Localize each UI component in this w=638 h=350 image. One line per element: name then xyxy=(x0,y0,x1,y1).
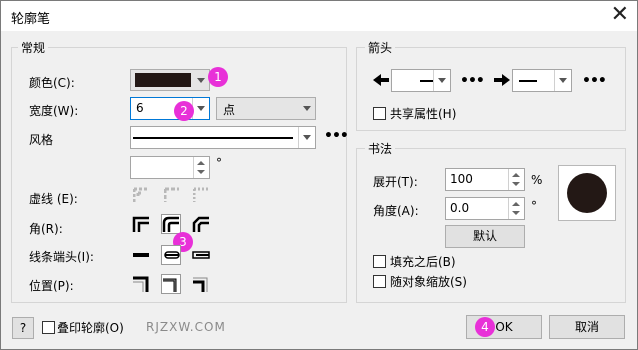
corner-round-option[interactable] xyxy=(161,214,181,234)
color-swatch xyxy=(135,73,191,87)
chevron-down-icon[interactable] xyxy=(193,70,209,90)
start-arrow-more-icon[interactable]: ••• xyxy=(460,73,485,89)
default-button[interactable]: 默认 xyxy=(445,225,525,248)
spinner[interactable] xyxy=(508,198,524,219)
start-arrow-preview xyxy=(420,80,434,82)
round-cap-icon xyxy=(164,251,180,259)
degree-symbol: ° xyxy=(531,199,537,213)
end-arrow-preview xyxy=(519,80,537,82)
unit-select[interactable]: 点 xyxy=(216,97,316,120)
center-position-icon xyxy=(163,278,177,292)
chevron-down-icon[interactable] xyxy=(554,70,571,91)
cap-round-option[interactable] xyxy=(161,245,181,265)
dashed-corner-icon xyxy=(133,187,148,202)
share-attributes-checkbox[interactable] xyxy=(373,107,386,120)
window-title: 轮廓笔 xyxy=(11,12,51,27)
ok-button-label: OK xyxy=(495,320,513,334)
cap-square-option[interactable] xyxy=(192,246,210,264)
position-inside-option[interactable] xyxy=(192,275,210,293)
fill-behind-checkbox[interactable] xyxy=(373,255,386,268)
position-center-option[interactable] xyxy=(161,274,181,294)
overprint-checkbox[interactable] xyxy=(42,321,55,334)
dashed-bevel-icon xyxy=(193,187,208,202)
angle-input[interactable]: 0.0 xyxy=(445,197,525,220)
start-arrow-select[interactable] xyxy=(391,69,451,92)
end-arrow-select[interactable] xyxy=(512,69,572,92)
callout-badge-1: 1 xyxy=(208,67,228,87)
overprint-label: 叠印轮廓(O) xyxy=(57,321,124,335)
nib-shape xyxy=(567,173,607,213)
line-style-select[interactable] xyxy=(130,126,316,149)
arrow-right-icon xyxy=(494,74,510,86)
degree-symbol: ° xyxy=(216,156,222,170)
cap-butt-option[interactable] xyxy=(132,246,150,264)
inside-position-icon xyxy=(193,277,208,292)
butt-cap-icon xyxy=(133,253,149,257)
spinner[interactable] xyxy=(508,169,524,190)
cap-label: 线条端头(I): xyxy=(29,250,94,264)
chevron-down-icon[interactable] xyxy=(298,127,315,148)
arrow-left-icon xyxy=(373,74,389,86)
help-button[interactable]: ? xyxy=(12,317,34,339)
position-label: 位置(P): xyxy=(29,279,74,293)
watermark-text: RJZXW.COM xyxy=(146,320,226,334)
share-attributes-label: 共享属性(H) xyxy=(390,107,457,121)
stretch-label: 展开(T): xyxy=(373,175,418,189)
width-input[interactable]: 6 xyxy=(130,97,210,120)
more-icon[interactable]: ••• xyxy=(324,128,349,144)
nib-preview xyxy=(558,165,616,221)
width-label: 宽度(W): xyxy=(29,104,79,118)
close-icon[interactable]: ✕ xyxy=(611,4,629,26)
callout-badge-4: 4 xyxy=(475,317,495,337)
corner-label: 角(R): xyxy=(29,222,63,236)
dashed-round-icon xyxy=(164,187,179,202)
general-group-label: 常规 xyxy=(18,39,49,56)
end-arrow-more-icon[interactable]: ••• xyxy=(582,73,607,89)
chevron-down-icon[interactable] xyxy=(192,98,209,119)
angle-label: 角度(A): xyxy=(373,204,419,218)
corner-bevel-option[interactable] xyxy=(192,215,210,233)
arrows-group-label: 箭头 xyxy=(365,39,396,56)
outline-pen-dialog: 轮廓笔 ✕ 常规 颜色(C): 1 宽度(W): 6 2 点 风格 ••• ° … xyxy=(0,0,638,350)
corner-miter-option[interactable] xyxy=(132,215,150,233)
calligraphy-group-label: 书法 xyxy=(365,140,396,157)
miter-corner-icon xyxy=(132,216,149,232)
chevron-down-icon[interactable] xyxy=(299,98,315,119)
callout-badge-2: 2 xyxy=(174,101,194,121)
angle-value: 0.0 xyxy=(450,201,470,215)
width-value: 6 xyxy=(136,101,144,115)
outside-position-icon xyxy=(133,276,149,292)
dashed-label: 虚线 (E): xyxy=(29,192,78,206)
style-label: 风格 xyxy=(29,133,54,147)
line-style-preview xyxy=(133,137,293,139)
stretch-value: 100 xyxy=(450,172,473,186)
spinner[interactable] xyxy=(193,157,209,178)
bevel-corner-icon xyxy=(192,216,209,232)
color-picker[interactable] xyxy=(130,69,210,91)
scale-with-object-checkbox[interactable] xyxy=(373,275,386,288)
title-bar: 轮廓笔 ✕ xyxy=(1,1,637,31)
chevron-down-icon[interactable] xyxy=(433,70,450,91)
color-label: 颜色(C): xyxy=(29,76,75,90)
scale-with-object-label: 随对象缩放(S) xyxy=(390,275,467,289)
stretch-input[interactable]: 100 xyxy=(445,168,525,191)
round-corner-icon xyxy=(162,216,179,232)
percent-symbol: % xyxy=(531,173,543,187)
unit-value: 点 xyxy=(223,103,236,117)
cancel-button[interactable]: 取消 xyxy=(549,315,625,339)
dash-angle-input[interactable] xyxy=(130,156,210,179)
fill-behind-label: 填充之后(B) xyxy=(390,255,456,269)
position-outside-option[interactable] xyxy=(132,275,150,293)
square-cap-icon xyxy=(192,251,210,259)
